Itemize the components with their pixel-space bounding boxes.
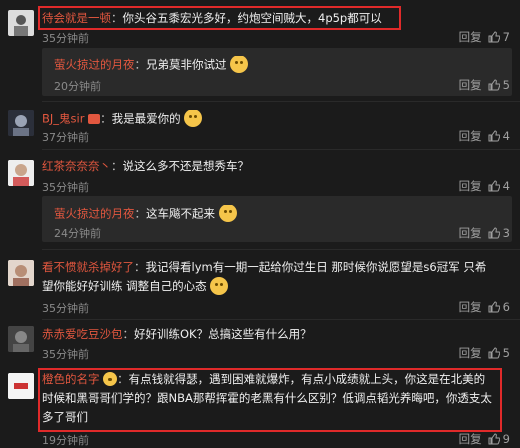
avatar[interactable] [8, 160, 34, 186]
reply-button[interactable]: 回复 [459, 431, 482, 447]
thumb-up-icon [488, 180, 500, 192]
like-count: 5 [502, 346, 510, 360]
timestamp: 35分钟前 [42, 348, 89, 361]
comment-line: 看不惯就杀掉好了：我记得看lym有一期一起给你过生日 那时候你说愿望是s6冠军 … [42, 260, 487, 295]
comment-line: BJ_鬼sir ：我是最爱你的 [42, 110, 512, 128]
smiley-emoji-icon [184, 110, 203, 127]
comment-line: 萤火掠过的月夜：这车飚不起来 [54, 205, 504, 223]
reply-button[interactable]: 回复 [459, 29, 482, 45]
thumb-up-icon [488, 79, 500, 91]
comment-text: 我记得看lym有一期一起给你过生日 那时候你说愿望是s6冠军 只希 [145, 260, 487, 274]
avatar[interactable] [8, 110, 34, 136]
comment-line: 赤赤爱吃豆沙包：好好训练OK？总搞这些有什么用？ [42, 327, 312, 341]
smiley-emoji-icon [210, 276, 229, 295]
like-count: 4 [502, 179, 510, 193]
comment-text: 望你能好好训练 调整自己的心态 [42, 279, 207, 293]
divider [42, 249, 520, 250]
smiley-emoji-icon [230, 56, 249, 73]
timestamp: 37分钟前 [42, 131, 89, 144]
divider [42, 149, 520, 150]
like-count: 4 [502, 129, 510, 143]
timestamp: 35分钟前 [42, 181, 89, 194]
comment-actions: 回复 4 [459, 128, 510, 144]
reply-block: 萤火掠过的月夜：兄弟莫非你试过 20分钟前 [42, 48, 512, 96]
comment-text: 这车飚不起来 [146, 206, 215, 221]
like-count: 7 [502, 30, 510, 44]
comment-text: 说这么多不还是想秀车？ [122, 159, 250, 173]
reply-button[interactable]: 回复 [459, 128, 482, 144]
reply-button[interactable]: 回复 [459, 178, 482, 194]
reply-button[interactable]: 回复 [459, 77, 482, 93]
like-count: 6 [502, 300, 510, 314]
username[interactable]: 赤赤爱吃豆沙包 [42, 327, 123, 341]
vip-badge-icon [88, 114, 101, 124]
divider [42, 319, 520, 320]
comment-actions: 回复 5 [459, 345, 510, 361]
username[interactable]: 萤火掠过的月夜 [54, 58, 135, 72]
reply-button[interactable]: 回复 [459, 345, 482, 361]
comment-line: 萤火掠过的月夜：兄弟莫非你试过 [54, 56, 504, 74]
comment-actions: 回复 3 [459, 225, 510, 241]
username[interactable]: 看不惯就杀掉好了 [42, 260, 134, 274]
reply-block: 萤火掠过的月夜：这车飚不起来 24分钟前 [42, 196, 512, 242]
avatar[interactable] [8, 260, 34, 286]
like-button[interactable]: 4 [488, 179, 510, 193]
username[interactable]: 萤火掠过的月夜 [54, 207, 135, 221]
avatar[interactable] [8, 326, 34, 352]
smiley-emoji-icon [218, 205, 237, 222]
like-button[interactable]: 4 [488, 129, 510, 143]
reply-button[interactable]: 回复 [459, 299, 482, 315]
like-button[interactable]: 6 [488, 300, 510, 314]
thumb-up-icon [488, 347, 500, 359]
reply-button[interactable]: 回复 [459, 225, 482, 241]
timestamp: 24分钟前 [54, 227, 101, 240]
timestamp: 20分钟前 [54, 80, 101, 93]
comment-actions: 回复 5 [459, 77, 510, 93]
comment-thread: 待会就是一顿：你头谷五黍宏光多好，约炮空间贼大，4p5p都可以 35分钟前 回复… [0, 0, 520, 447]
like-button[interactable]: 5 [488, 346, 510, 360]
comment-actions: 回复 7 [459, 29, 510, 45]
thumb-up-icon [488, 227, 500, 239]
divider [42, 101, 520, 102]
like-button[interactable]: 5 [488, 78, 510, 92]
comment-text: 兄弟莫非你试过 [146, 57, 227, 72]
comment-line: 红茶奈奈奈丶：说这么多不还是想秀车？ [42, 159, 250, 173]
thumb-up-icon [488, 433, 500, 445]
thumb-up-icon [488, 301, 500, 313]
avatar[interactable] [8, 10, 34, 36]
username[interactable]: 红茶奈奈奈丶 [42, 159, 111, 173]
username[interactable]: BJ_鬼sir [42, 112, 84, 126]
avatar[interactable] [8, 373, 34, 399]
like-count: 5 [502, 78, 510, 92]
thumb-up-icon [488, 31, 500, 43]
comment-actions: 回复 9 [459, 431, 510, 447]
like-button[interactable]: 7 [488, 30, 510, 44]
thumb-up-icon [488, 130, 500, 142]
highlight-box [38, 368, 502, 432]
like-count: 3 [502, 226, 510, 240]
comment-text: 我是最爱你的 [111, 111, 181, 126]
like-button[interactable]: 9 [488, 432, 510, 446]
timestamp: 35分钟前 [42, 302, 89, 315]
like-count: 9 [502, 432, 510, 446]
timestamp: 35分钟前 [42, 32, 89, 45]
comment-text: 好好训练OK？总搞这些有什么用？ [134, 327, 312, 341]
comment-actions: 回复 6 [459, 299, 510, 315]
comment-actions: 回复 4 [459, 178, 510, 194]
like-button[interactable]: 3 [488, 226, 510, 240]
highlight-box [38, 6, 401, 30]
